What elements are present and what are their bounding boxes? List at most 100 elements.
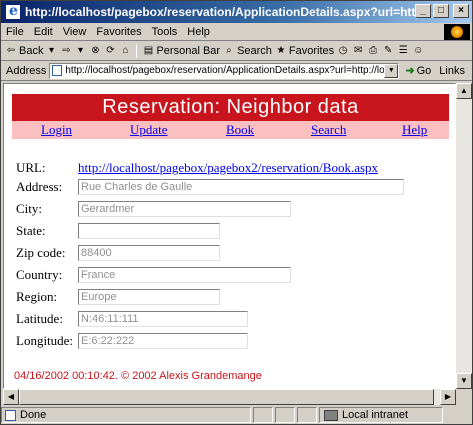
history-icon[interactable]: ◷ — [337, 45, 349, 57]
longitude-label: Longitude: — [16, 333, 74, 348]
nav-book-link[interactable]: Book — [226, 122, 254, 138]
country-field[interactable]: France — [78, 267, 291, 283]
status-panel — [253, 407, 273, 423]
vertical-scrollbar[interactable]: ▲ ▼ — [456, 83, 472, 389]
nav-search-link[interactable]: Search — [311, 122, 346, 138]
home-icon[interactable]: ⌂ — [119, 45, 131, 57]
menu-favorites[interactable]: Favorites — [91, 26, 146, 38]
zip-label: Zip code: — [16, 245, 66, 260]
region-label: Region: — [16, 289, 58, 304]
search-button[interactable]: ⌕ Search — [223, 45, 272, 57]
address-value: http://localhost/pagebox/reservation/App… — [65, 65, 385, 76]
region-row: Region: Europe — [16, 289, 220, 305]
menu-edit[interactable]: Edit — [29, 26, 58, 38]
country-label: Country: — [16, 267, 63, 282]
address-field-label: Address: — [16, 179, 63, 194]
menu-tools[interactable]: Tools — [147, 26, 183, 38]
region-field[interactable]: Europe — [78, 289, 220, 305]
close-button[interactable]: × — [453, 4, 469, 18]
links-button[interactable]: Links — [439, 65, 465, 77]
stop-icon[interactable]: ⊗ — [89, 45, 101, 57]
address-field[interactable]: Rue Charles de Gaulle — [78, 179, 404, 195]
page-icon — [52, 65, 63, 76]
menu-view[interactable]: View — [58, 26, 92, 38]
go-arrow-icon: ➜ — [405, 65, 415, 77]
page-banner: Reservation: Neighbor data — [12, 94, 449, 121]
back-button[interactable]: ⇦ Back ▾ — [5, 45, 57, 57]
url-row: URL: http://localhost/pagebox/pagebox2/r… — [16, 160, 378, 176]
mail-icon[interactable]: ✉ — [352, 45, 364, 57]
page-content: Reservation: Neighbor data Login Update … — [3, 83, 456, 389]
address-bar: Address http://localhost/pagebox/reserva… — [1, 61, 472, 81]
status-bar: Done Local intranet — [1, 406, 472, 424]
window-controls: _ □ × — [415, 4, 469, 18]
forward-arrow-icon: ⇨ — [62, 44, 71, 56]
personal-bar-button[interactable]: ▤ Personal Bar — [142, 45, 220, 57]
favorites-button[interactable]: ★ Favorites — [275, 45, 334, 57]
minimize-button[interactable]: _ — [415, 4, 431, 18]
nav-help-link[interactable]: Help — [402, 122, 427, 138]
state-field[interactable] — [78, 223, 220, 239]
maximize-button[interactable]: □ — [433, 4, 449, 18]
discuss-icon[interactable]: ☰ — [397, 45, 409, 57]
latitude-label: Latitude: — [16, 311, 63, 326]
back-arrow-icon: ⇦ — [6, 44, 16, 56]
city-field[interactable]: Gerardmer — [78, 201, 291, 217]
security-zone: Local intranet — [319, 407, 443, 423]
chevron-down-icon: ▾ — [77, 44, 83, 56]
scroll-left-icon[interactable]: ◀ — [3, 389, 19, 405]
go-button[interactable]: ➜ Go — [405, 64, 431, 78]
ie-page-icon — [5, 3, 21, 20]
browser-window: http://localhost/pagebox/reservation/App… — [0, 0, 473, 425]
scroll-thumb[interactable] — [19, 389, 434, 405]
print-icon[interactable]: ⎙ — [367, 45, 379, 57]
personal-bar-icon: ▤ — [143, 44, 154, 56]
nav-bar: Login Update Book Search Help — [12, 121, 449, 139]
status-text: Done — [20, 409, 47, 421]
scroll-right-icon[interactable]: ▶ — [440, 389, 456, 405]
scrollbar-corner — [456, 389, 472, 405]
status-text-cell: Done — [1, 407, 251, 423]
address-label: Address — [6, 64, 47, 77]
page-footer: 04/16/2002 00:10:42. © 2002 Alexis Grand… — [14, 370, 262, 382]
address-row: Address: Rue Charles de Gaulle — [16, 179, 404, 195]
latitude-row: Latitude: N:46:11:111 — [16, 311, 248, 327]
longitude-field[interactable]: E:6:22:222 — [78, 333, 248, 349]
scroll-down-icon[interactable]: ▼ — [456, 373, 472, 389]
title-bar: http://localhost/pagebox/reservation/App… — [1, 1, 472, 23]
edit-icon[interactable]: ✎ — [382, 45, 394, 57]
window-title: http://localhost/pagebox/reservation/App… — [25, 5, 425, 19]
address-input[interactable]: http://localhost/pagebox/reservation/App… — [49, 62, 400, 79]
city-label: City: — [16, 201, 43, 216]
refresh-icon[interactable]: ⟳ — [104, 45, 116, 57]
forward-button[interactable]: ⇨ ▾ — [60, 45, 86, 57]
messenger-icon[interactable]: ☺ — [412, 45, 424, 57]
menu-file[interactable]: File — [1, 26, 29, 38]
city-row: City: Gerardmer — [16, 201, 291, 217]
nav-update-link[interactable]: Update — [130, 122, 168, 138]
intranet-icon — [324, 409, 338, 421]
chevron-down-icon: ▾ — [48, 44, 54, 56]
toolbar-separator — [136, 43, 138, 58]
horizontal-scrollbar[interactable]: ◀ ▶ — [3, 389, 456, 405]
state-label: State: — [16, 223, 46, 238]
page-done-icon — [5, 409, 16, 421]
latitude-field[interactable]: N:46:11:111 — [78, 311, 248, 327]
nav-login-link[interactable]: Login — [41, 122, 72, 138]
chevron-down-icon[interactable]: ▼ — [384, 63, 399, 78]
search-icon: ⌕ — [226, 44, 232, 56]
url-label: URL: — [16, 160, 46, 175]
ie-throbber-icon — [444, 24, 470, 40]
scroll-up-icon[interactable]: ▲ — [456, 83, 472, 99]
menu-help[interactable]: Help — [182, 26, 215, 38]
longitude-row: Longitude: E:6:22:222 — [16, 333, 248, 349]
url-link[interactable]: http://localhost/pagebox/pagebox2/reserv… — [78, 160, 378, 176]
state-row: State: — [16, 223, 220, 239]
favorites-icon: ★ — [276, 44, 286, 56]
zip-row: Zip code: 88400 — [16, 245, 220, 261]
status-panel — [297, 407, 317, 423]
menu-bar: File Edit View Favorites Tools Help — [1, 23, 472, 41]
country-row: Country: France — [16, 267, 291, 283]
toolbar: ⇦ Back ▾ ⇨ ▾ ⊗ ⟳ ⌂ ▤ Personal Bar ⌕ Sear… — [1, 41, 472, 61]
zip-field[interactable]: 88400 — [78, 245, 220, 261]
